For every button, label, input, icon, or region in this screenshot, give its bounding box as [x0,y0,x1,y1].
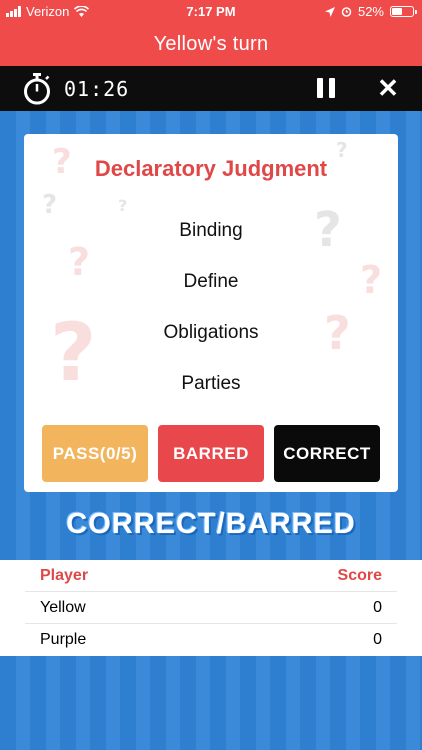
pass-button[interactable]: PASS(0/5) [42,425,148,482]
word-item: Binding [179,220,243,241]
pause-button[interactable] [317,78,335,98]
battery-fill [392,8,403,15]
turn-title: Yellow's turn [153,32,269,55]
status-bar: Verizon 7:17 PM 52% [0,0,422,22]
alarm-icon [341,7,352,17]
stopwatch-icon [24,73,50,105]
table-row: Purple 0 [25,623,397,655]
location-icon [324,6,335,17]
score-column-header: Score [337,567,382,584]
barred-button[interactable]: BARRED [158,425,264,482]
question-mark-decoration: ? [42,190,58,220]
table-row: Yellow 0 [25,591,397,623]
word-item: Obligations [163,322,259,343]
correct-button[interactable]: CORRECT [274,425,380,482]
word-item: Parties [181,373,241,394]
word-card: ? ? ? ? ? ? ? ? ? Declaratory Judgment B… [24,134,398,492]
player-score: 0 [373,599,382,616]
score-table-header: Player Score [25,560,397,592]
turn-header: Yellow's turn [0,22,422,66]
timer-display: 01:26 [64,77,130,101]
status-right: 52% [324,4,417,19]
close-button[interactable]: ✕ [377,75,399,101]
mode-label: CORRECT/BARRED [66,508,356,540]
battery-percent: 52% [357,4,384,19]
score-table: Player Score Yellow 0 Purple 0 [0,560,422,656]
timer-bar: 01:26 ✕ [0,66,422,111]
card-title: Declaratory Judgment [94,156,328,181]
player-name: Purple [40,631,87,648]
word-item: Define [183,271,239,292]
player-name: Yellow [40,599,86,616]
battery-icon [390,6,417,17]
question-mark-decoration: ? [118,196,128,215]
player-score: 0 [373,631,382,648]
player-column-header: Player [40,567,89,584]
